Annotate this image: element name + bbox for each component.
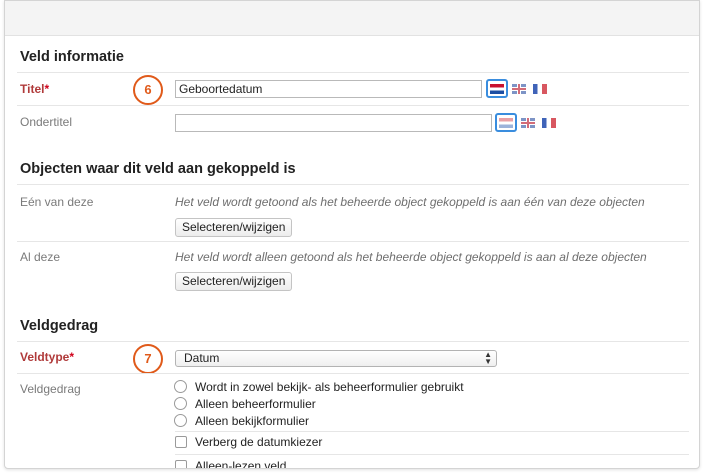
section-title-veldgedrag: Veldgedrag <box>20 318 99 334</box>
gb-flag-icon[interactable] <box>512 84 526 94</box>
divider <box>17 184 689 185</box>
al-deze-label: Al deze <box>20 250 61 264</box>
checkbox-label-hide-datepicker: Verberg de datumkiezer <box>195 435 323 449</box>
ondertitel-input[interactable] <box>175 114 492 132</box>
callout-step-6: 6 <box>133 75 163 105</box>
callout-step-7: 7 <box>133 344 163 374</box>
veldtype-select[interactable]: Datum ▲ ▼ <box>175 350 497 367</box>
section-title-veld-informatie: Veld informatie <box>20 49 124 65</box>
radio-label-only-beheer: Alleen beheerformulier <box>195 397 316 411</box>
divider <box>17 72 689 73</box>
ondertitel-label: Ondertitel <box>20 115 73 129</box>
section-title-objecten: Objecten waar dit veld aan gekoppeld is <box>20 161 296 177</box>
titel-input[interactable] <box>175 80 482 98</box>
checkbox-hide-datepicker[interactable] <box>175 436 187 448</box>
divider <box>175 454 689 455</box>
al-deze-select-button[interactable]: Selecteren/wijzigen <box>175 272 293 291</box>
select-arrows-icon: ▲ ▼ <box>484 350 492 366</box>
al-deze-description: Het veld wordt alleen getoond als het be… <box>175 250 647 264</box>
radio-both-forms[interactable] <box>174 380 187 393</box>
veldgedrag-label: Veldgedrag <box>20 382 81 396</box>
nl-flag-icon <box>490 83 504 94</box>
checkbox-readonly[interactable] <box>175 460 187 468</box>
divider <box>175 431 689 432</box>
gb-flag-icon[interactable] <box>521 118 535 128</box>
een-van-deze-select-button[interactable]: Selecteren/wijzigen <box>175 218 293 237</box>
titel-label: Titel* <box>20 82 49 96</box>
required-marker: * <box>69 350 75 364</box>
veldtype-label-text: Veldtype <box>20 350 70 364</box>
nl-flag-icon <box>499 117 513 128</box>
titel-label-text: Titel <box>20 82 45 96</box>
form-panel: Veld informatie Titel* 6 Ondertitel Obje… <box>4 0 700 469</box>
radio-label-only-bekijk: Alleen bekijkformulier <box>195 414 310 428</box>
fr-flag-icon[interactable] <box>542 118 556 128</box>
een-van-deze-description: Het veld wordt getoond als het beheerde … <box>175 195 645 209</box>
radio-label-both-forms: Wordt in zowel bekijk- als beheerformuli… <box>195 380 464 394</box>
divider <box>17 341 689 342</box>
divider <box>17 105 689 106</box>
divider <box>17 241 689 242</box>
een-van-deze-label: Eén van deze <box>20 195 94 209</box>
veldtype-label: Veldtype* <box>20 350 74 364</box>
fr-flag-icon[interactable] <box>533 84 547 94</box>
nl-flag-button-titel[interactable] <box>486 79 508 98</box>
top-toolbar <box>5 1 699 36</box>
veldtype-selected-value: Datum <box>184 351 220 365</box>
radio-only-bekijk[interactable] <box>174 414 187 427</box>
radio-only-beheer[interactable] <box>174 397 187 410</box>
checkbox-label-readonly: Alleen-lezen veld <box>195 459 287 469</box>
required-marker: * <box>44 82 50 96</box>
nl-flag-button-ondertitel[interactable] <box>495 113 517 132</box>
divider <box>17 373 689 374</box>
